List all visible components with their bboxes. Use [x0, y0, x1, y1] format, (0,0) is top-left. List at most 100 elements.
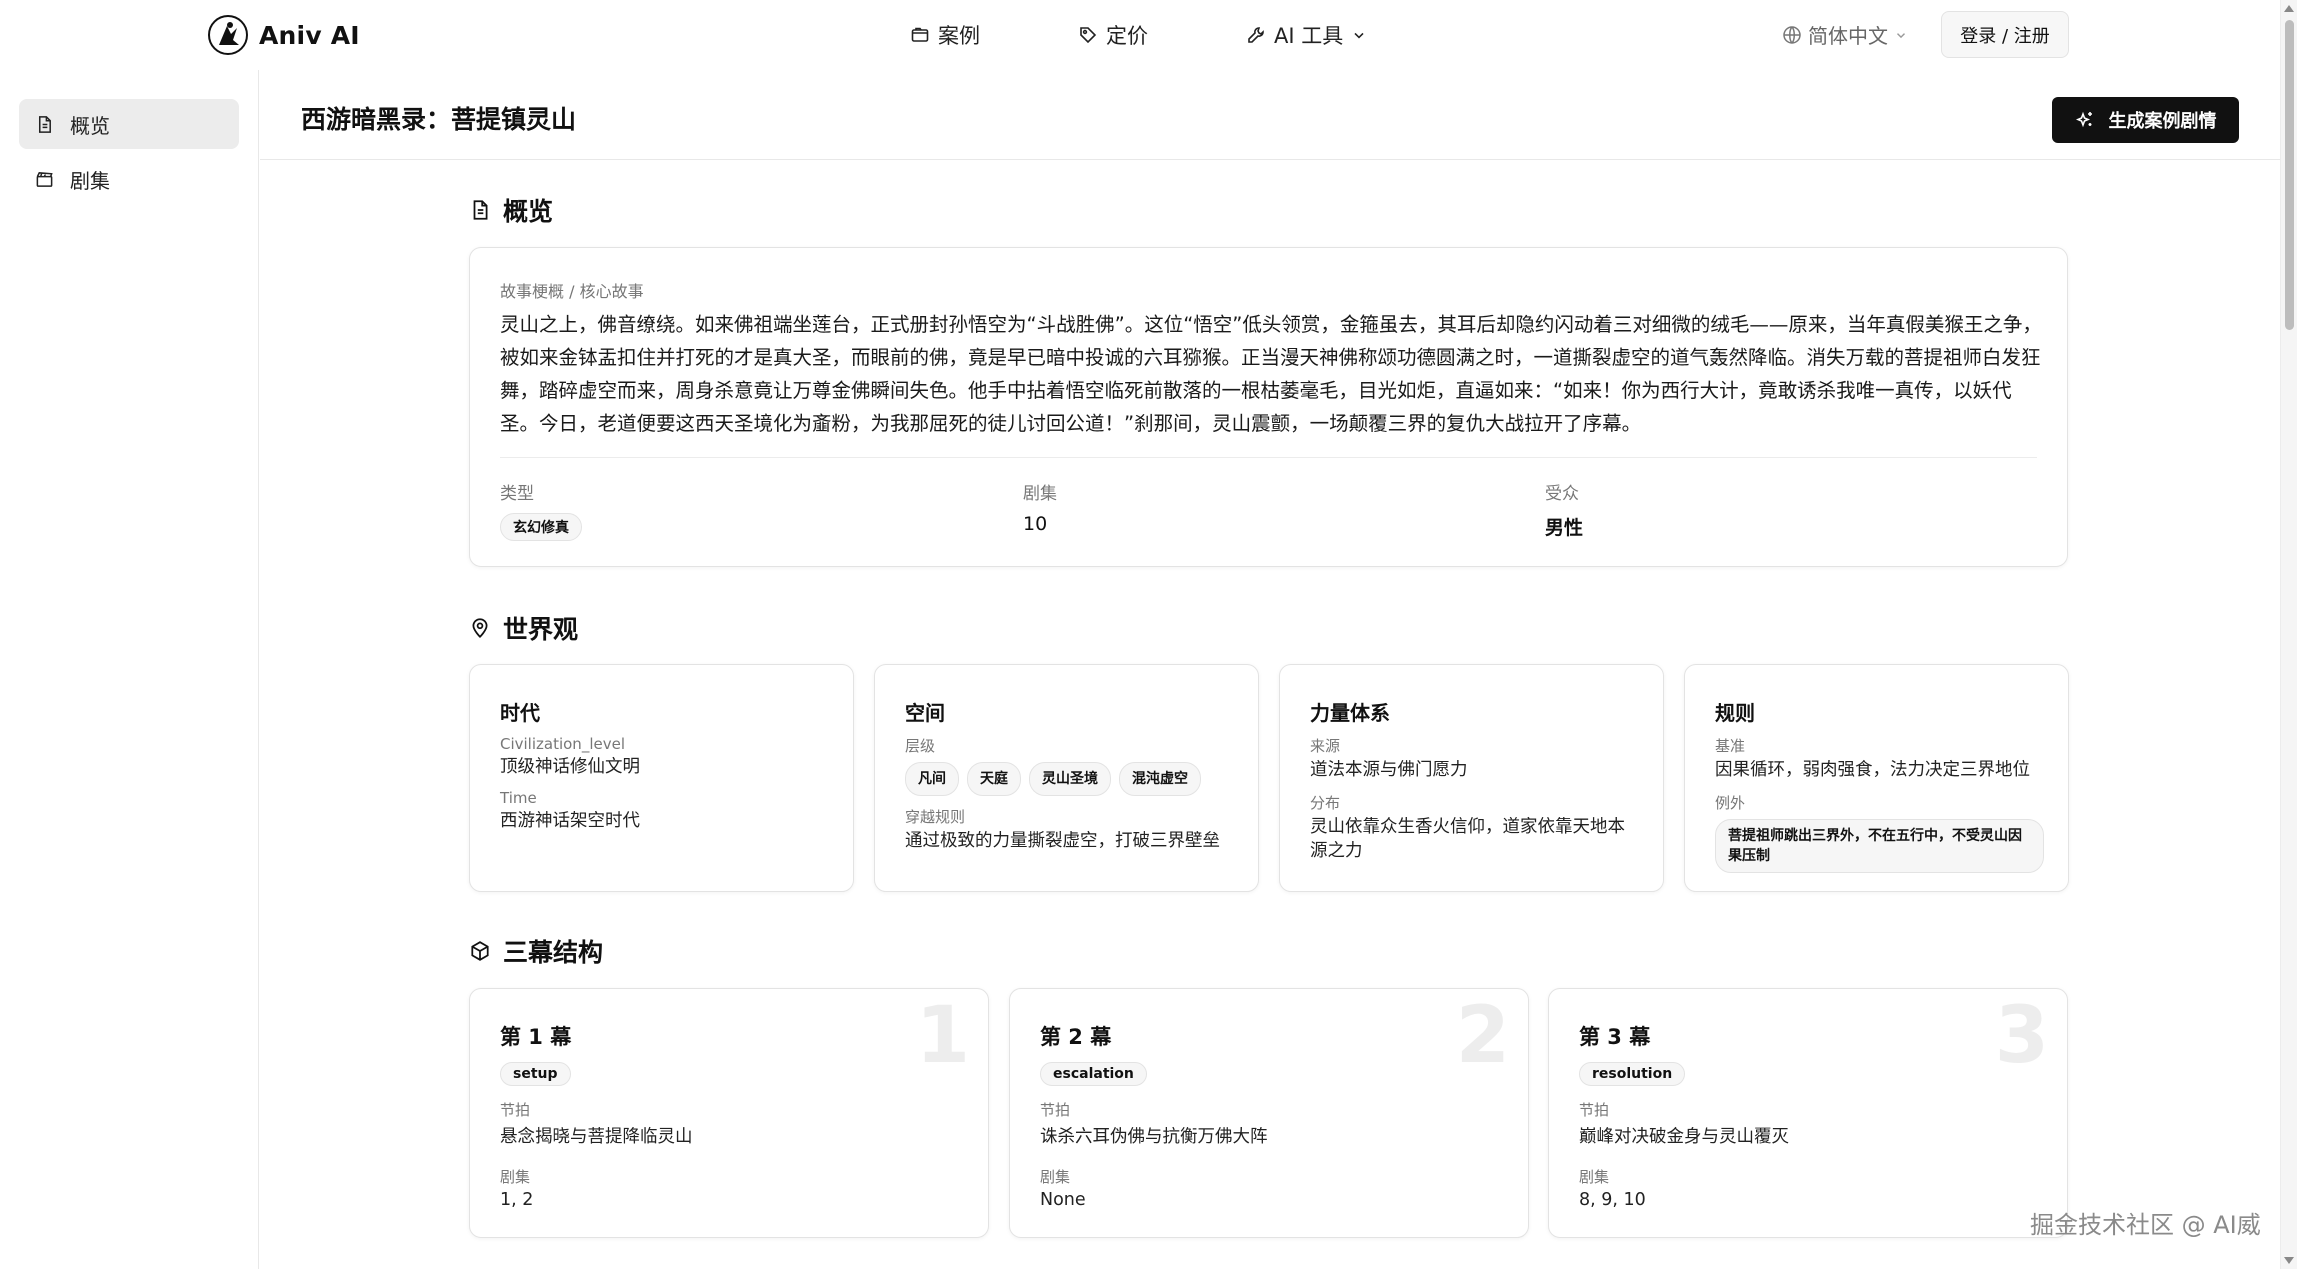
worldview-section-title: 世界观 — [469, 610, 578, 646]
civilization-level-value: 顶级神话修仙文明 — [500, 757, 640, 777]
globe-icon — [1783, 25, 1801, 44]
nav-item-label: 案例 — [938, 24, 980, 48]
genre-value-wrap: 玄幻修真 — [500, 513, 582, 541]
beat-label: 节拍 — [1040, 1101, 1071, 1119]
sidebar-item-episodes[interactable]: 剧集 — [19, 154, 239, 204]
genre-tag: 玄幻修真 — [500, 513, 582, 541]
scroll-up-arrow-icon[interactable] — [2284, 5, 2294, 12]
worldview-rules-card: 规则 基准 因果循环，弱肉强食，法力决定三界地位 例外 菩提祖师跳出三界外，不在… — [1684, 664, 2069, 892]
tag-icon — [1080, 27, 1097, 44]
nav-item-cases[interactable]: 案例 — [910, 20, 980, 50]
divider — [500, 457, 2037, 458]
level-tag: 灵山圣境 — [1029, 762, 1111, 796]
travel-rule-value: 通过极致的力量撕裂虚空，打破三界壁垒 — [905, 831, 1220, 851]
beat-label: 节拍 — [1579, 1101, 1610, 1119]
act-card-3: 3 第 3 幕 resolution 节拍 巅峰对决破金身与灵山覆灭 剧集 8,… — [1548, 988, 2068, 1238]
genre-meta: 类型 玄幻修真 — [500, 479, 582, 541]
source-value: 道法本源与佛门愿力 — [1310, 760, 1468, 780]
time-label: Time — [500, 789, 537, 807]
vertical-scrollbar[interactable] — [2280, 0, 2297, 1269]
generate-story-label: 生成案例剧情 — [2108, 111, 2217, 132]
watermark: 掘金技术社区 @ AI威 — [2030, 1211, 2261, 1239]
act-body: 节拍 诛杀六耳伪佛与抗衡万佛大阵 剧集 None — [1040, 1099, 1268, 1228]
login-register-button[interactable]: 登录 / 注册 — [1941, 11, 2069, 58]
section-title-label: 世界观 — [503, 615, 579, 644]
levels-label: 层级 — [905, 737, 936, 755]
episodes-value: None — [1040, 1190, 1086, 1210]
episodes-label: 剧集 — [1579, 1168, 1610, 1186]
three-act-section-title: 三幕结构 — [469, 933, 603, 969]
sidebar: 概览 剧集 — [0, 70, 259, 1269]
page-title: 西游暗黑录：菩提镇灵山 — [301, 105, 577, 134]
episodes-value: 1, 2 — [500, 1190, 534, 1210]
genre-label: 类型 — [500, 484, 534, 504]
level-tag: 天庭 — [967, 762, 1021, 796]
sparkles-icon — [2075, 111, 2092, 128]
act-title: 第 3 幕 — [1579, 1025, 1651, 1049]
overview-card: 故事梗概 / 核心故事 灵山之上，佛音缭绕。如来佛祖端坐莲台，正式册封孙悟空为“… — [469, 247, 2068, 567]
exception-label: 例外 — [1715, 794, 1746, 812]
card-body: 层级 凡间 天庭 灵山圣境 混沌虚空 穿越规则 通过极致的力量撕裂虚空，打破三界… — [905, 735, 1234, 863]
clapperboard-icon — [36, 171, 53, 187]
act-title: 第 1 幕 — [500, 1025, 572, 1049]
story-label: 故事梗概 / 核心故事 — [500, 282, 644, 301]
act-title: 第 2 幕 — [1040, 1025, 1112, 1049]
act-tag: resolution — [1579, 1062, 1686, 1086]
episodes-meta: 剧集 10 — [1023, 479, 1057, 535]
time-value: 西游神话架空时代 — [500, 811, 640, 831]
audience-label: 受众 — [1545, 484, 1579, 504]
folder-icon — [911, 27, 929, 42]
section-title-label: 概览 — [503, 197, 554, 226]
act-number: 1 — [915, 991, 970, 1081]
civilization-level-label: Civilization_level — [500, 735, 625, 753]
beat-value: 悬念揭晓与菩提降临灵山 — [500, 1127, 693, 1147]
level-tag: 混沌虚空 — [1119, 762, 1201, 796]
generate-story-button[interactable]: 生成案例剧情 — [2052, 97, 2239, 143]
language-selector[interactable]: 简体中文 — [1782, 20, 1908, 49]
top-navigation-bar: Aniv AI 案例 定价 AI 工具 简体中文 登录 / 注册 — [0, 0, 2280, 70]
cube-icon — [471, 941, 489, 961]
exception-tag: 菩提祖师跳出三界外，不在五行中，不受灵山因果压制 — [1715, 819, 2044, 873]
sidebar-item-label: 概览 — [70, 113, 110, 138]
level-tag: 凡间 — [905, 762, 959, 796]
episodes-label: 剧集 — [500, 1168, 531, 1186]
act-tag-wrap: setup — [500, 1062, 571, 1086]
main-nav: 案例 定价 AI 工具 — [910, 20, 1367, 50]
card-body: Civilization_level 顶级神话修仙文明 Time 西游神话架空时… — [500, 735, 829, 843]
act-card-1: 1 第 1 幕 setup 节拍 悬念揭晓与菩提降临灵山 剧集 1, 2 — [469, 988, 989, 1238]
audience-value: 男性 — [1545, 517, 1584, 539]
card-title: 空间 — [905, 701, 945, 725]
brand-name: Aniv AI — [259, 20, 360, 50]
section-title-label: 三幕结构 — [503, 938, 604, 967]
sidebar-item-overview[interactable]: 概览 — [19, 99, 239, 149]
act-tag: escalation — [1040, 1062, 1147, 1086]
worldview-power-card: 力量体系 来源 道法本源与佛门愿力 分布 灵山依靠众生香火信仰，道家依靠天地本源… — [1279, 664, 1664, 892]
distribution-label: 分布 — [1310, 794, 1341, 812]
overview-section-title: 概览 — [469, 192, 553, 228]
nav-item-label: AI 工具 — [1274, 24, 1344, 48]
base-rule-value: 因果循环，弱肉强食，法力决定三界地位 — [1715, 760, 2030, 780]
act-number: 2 — [1455, 991, 1510, 1081]
travel-rule-label: 穿越规则 — [905, 808, 966, 826]
scrollbar-thumb[interactable] — [2285, 20, 2294, 330]
levels-tags: 凡间 天庭 灵山圣境 混沌虚空 — [905, 762, 1234, 796]
beat-value: 诛杀六耳伪佛与抗衡万佛大阵 — [1040, 1127, 1268, 1147]
chevron-down-icon — [1897, 32, 1905, 38]
act-body: 节拍 悬念揭晓与菩提降临灵山 剧集 1, 2 — [500, 1099, 693, 1228]
sidebar-item-label: 剧集 — [70, 168, 110, 193]
wrench-icon — [1248, 27, 1264, 43]
audience-meta: 受众 男性 — [1545, 479, 1583, 540]
source-label: 来源 — [1310, 737, 1341, 755]
language-label: 简体中文 — [1808, 24, 1888, 48]
story-text: 灵山之上，佛音缭绕。如来佛祖端坐莲台，正式册封孙悟空为“斗战胜佛”。这位“悟空”… — [500, 313, 2042, 435]
scroll-down-arrow-icon[interactable] — [2284, 1257, 2294, 1264]
chevron-down-icon — [1354, 32, 1364, 39]
nav-item-pricing[interactable]: 定价 — [1078, 20, 1148, 50]
act-number: 3 — [1994, 991, 2049, 1081]
nav-item-ai-tools[interactable]: AI 工具 — [1246, 20, 1367, 50]
document-icon — [38, 115, 51, 133]
distribution-value: 灵山依靠众生香火信仰，道家依靠天地本源之力 — [1310, 817, 1625, 861]
act-body: 节拍 巅峰对决破金身与灵山覆灭 剧集 8, 9, 10 — [1579, 1099, 1789, 1228]
act-tag-wrap: resolution — [1579, 1062, 1686, 1086]
brand[interactable]: Aniv AI — [207, 14, 360, 56]
